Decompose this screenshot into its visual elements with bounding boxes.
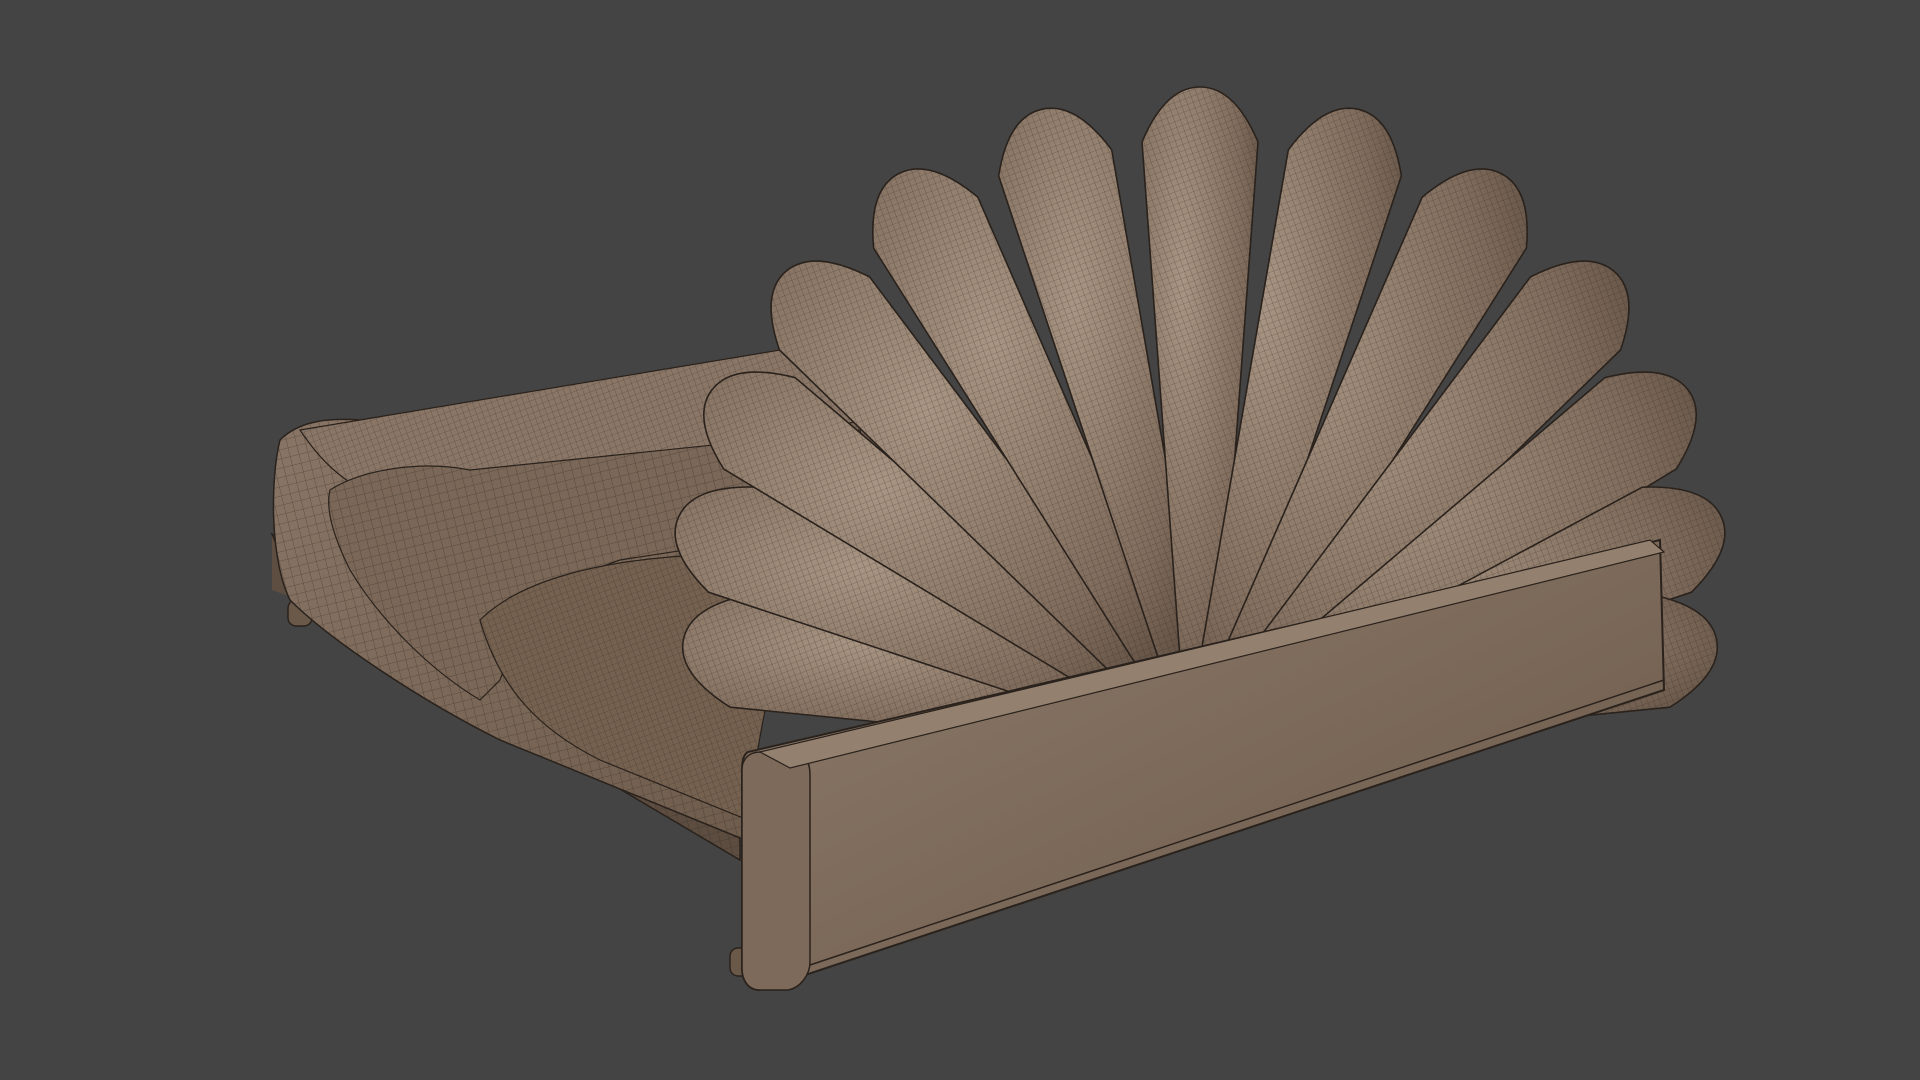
3d-viewport[interactable]: [0, 0, 1920, 1080]
model-render: [270, 86, 1726, 992]
